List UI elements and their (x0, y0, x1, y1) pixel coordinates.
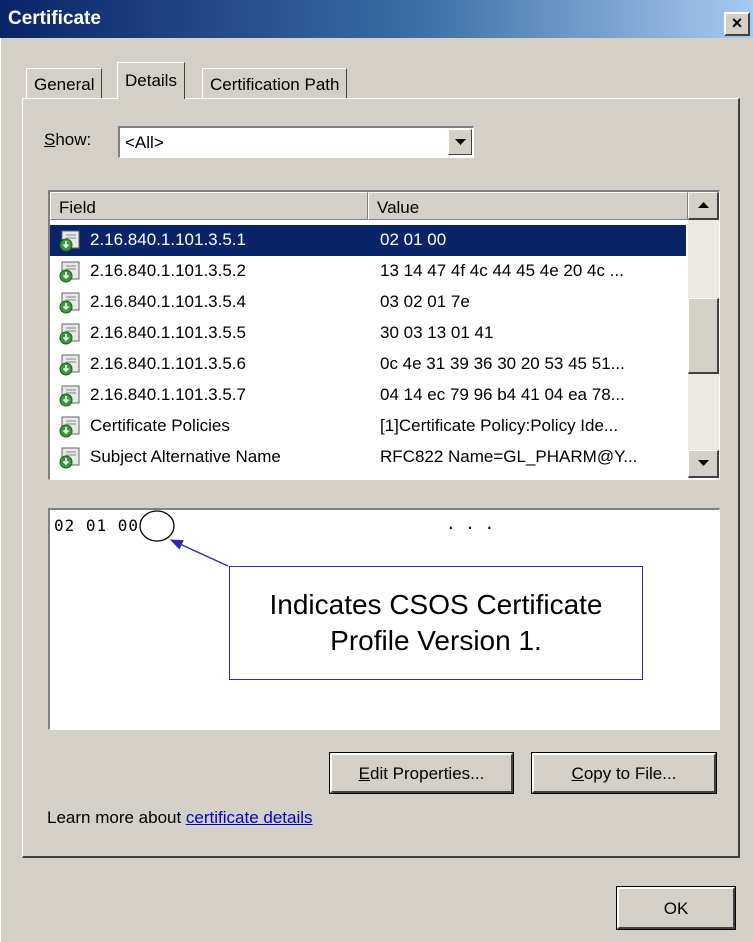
column-header-field[interactable]: Field (50, 192, 368, 220)
certificate-extension-icon (59, 292, 80, 314)
certificate-extension-icon (59, 230, 80, 252)
copy-to-file-button[interactable]: Copy to File... (531, 752, 717, 794)
row-value: 03 02 01 7e (380, 292, 470, 311)
chevron-up-icon (698, 202, 709, 208)
certificate-extension-icon (59, 416, 80, 438)
row-value: 02 01 00 (380, 230, 447, 249)
certificate-details-link[interactable]: certificate details (186, 808, 313, 827)
scroll-thumb[interactable] (688, 298, 719, 374)
value-hex-text: 02 01 00 (54, 516, 140, 535)
row-field: Certificate Policies (90, 416, 230, 435)
list-row[interactable]: 2.16.840.1.101.3.5.7 04 14 ec 79 96 b4 4… (50, 380, 686, 411)
chevron-down-icon (698, 460, 709, 466)
certificate-extension-icon (59, 261, 80, 283)
list-row[interactable]: 2.16.840.1.101.3.5.5 30 03 13 01 41 (50, 318, 686, 349)
tab-details-label: Details (125, 71, 177, 90)
row-value: RFC822 Name=GL_PHARM@Y... (380, 447, 638, 466)
row-value: 04 14 ec 79 96 b4 41 04 ea 78... (380, 385, 625, 404)
row-value: 0c 4e 31 39 36 30 20 53 45 51... (380, 354, 625, 373)
close-icon: × (731, 13, 743, 33)
list-header: Field Value (50, 192, 690, 220)
row-field: 2.16.840.1.101.3.5.1 (90, 230, 246, 249)
show-select[interactable]: <All> (118, 126, 474, 158)
row-field: 2.16.840.1.101.3.5.6 (90, 354, 246, 373)
scroll-up-button[interactable] (688, 192, 719, 220)
close-button[interactable]: × (724, 12, 750, 36)
list-row[interactable]: 2.16.840.1.101.3.5.2 13 14 47 4f 4c 44 4… (50, 256, 686, 287)
row-field: 2.16.840.1.101.3.5.4 (90, 292, 246, 311)
value-ascii-text: . . . (446, 514, 495, 533)
list-row[interactable]: Subject Alternative Name RFC822 Name=GL_… (50, 442, 686, 473)
list-scrollbar[interactable] (688, 192, 719, 478)
row-field: 2.16.840.1.101.3.5.5 (90, 323, 246, 342)
edit-properties-button[interactable]: Edit Properties... (329, 752, 514, 794)
row-value: 13 14 47 4f 4c 44 45 4e 20 4c ... (380, 261, 624, 280)
row-field: Subject Alternative Name (90, 447, 281, 466)
row-field: 2.16.840.1.101.3.5.7 (90, 385, 246, 404)
ok-button[interactable]: OK (616, 886, 736, 930)
show-select-value: <All> (125, 133, 164, 152)
learn-more-text: Learn more about certificate details (47, 808, 313, 827)
certificate-extension-icon (59, 447, 80, 469)
list-row[interactable]: Certificate Policies [1]Certificate Poli… (50, 411, 686, 442)
tab-general[interactable]: General (26, 68, 103, 98)
chevron-down-icon (455, 139, 466, 145)
row-value: 30 03 13 01 41 (380, 323, 494, 342)
tab-certification-path[interactable]: Certification Path (202, 68, 348, 98)
row-field: 2.16.840.1.101.3.5.2 (90, 261, 246, 280)
list-row[interactable]: 2.16.840.1.101.3.5.4 03 02 01 7e (50, 287, 686, 318)
column-header-value[interactable]: Value (368, 192, 688, 220)
certificate-extension-icon (59, 385, 80, 407)
certificate-extension-icon (59, 354, 80, 376)
tab-details[interactable]: Details (117, 62, 185, 99)
window-title: Certificate (8, 8, 101, 29)
certificate-extension-icon (59, 323, 80, 345)
tab-general-label: General (34, 75, 95, 94)
fields-list[interactable]: Field Value 2.16.840.1.101.3.5.1 02 01 0… (48, 190, 720, 480)
show-label: Show: (44, 130, 92, 149)
tab-certification-path-label: Certification Path (210, 75, 340, 94)
title-bar: Certificate × (0, 0, 753, 38)
highlighted-version-byte: 00 (117, 516, 140, 535)
scroll-down-button[interactable] (688, 450, 719, 478)
list-row[interactable]: 2.16.840.1.101.3.5.6 0c 4e 31 39 36 30 2… (50, 349, 686, 380)
show-select-dropdown-button[interactable] (448, 129, 472, 155)
list-row[interactable]: 2.16.840.1.101.3.5.1 02 01 00 (50, 225, 686, 256)
annotation-callout: Indicates CSOS Certificate Profile Versi… (229, 566, 643, 680)
row-value: [1]Certificate Policy:Policy Ide... (380, 416, 619, 435)
